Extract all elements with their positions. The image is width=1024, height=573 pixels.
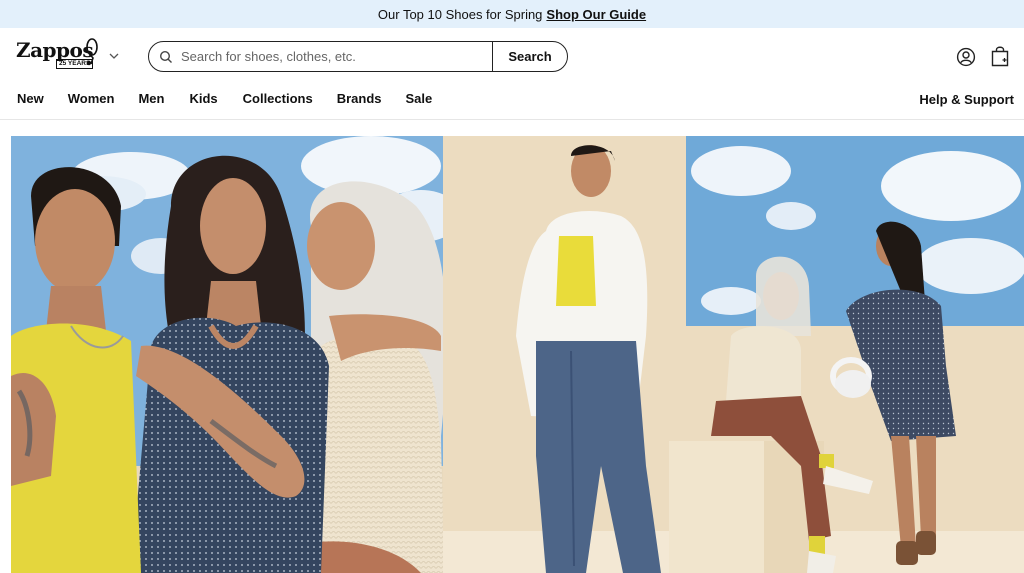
- promo-link[interactable]: Shop Our Guide: [546, 7, 646, 22]
- search-icon: [159, 50, 172, 63]
- shopping-bag-icon[interactable]: [990, 45, 1010, 67]
- nav-item-men[interactable]: Men: [138, 91, 164, 109]
- hero-banner[interactable]: [11, 136, 1024, 573]
- nav-item-new[interactable]: New: [17, 91, 44, 109]
- help-support-link[interactable]: Help & Support: [919, 92, 1014, 107]
- nav-item-women[interactable]: Women: [68, 91, 115, 109]
- nav-item-kids[interactable]: Kids: [189, 91, 217, 109]
- hero-left-panel: [11, 136, 461, 573]
- search-input[interactable]: [173, 42, 492, 71]
- zappos-logo[interactable]: Zappos 25 YEARS: [16, 38, 100, 69]
- promo-text: Our Top 10 Shoes for Spring: [377, 6, 543, 22]
- nav-item-sale[interactable]: Sale: [406, 91, 433, 109]
- nav-item-brands[interactable]: Brands: [337, 91, 382, 109]
- chevron-down-icon[interactable]: [108, 50, 120, 62]
- user-icon[interactable]: [956, 47, 976, 67]
- search-bar: Search: [148, 41, 568, 72]
- search-button[interactable]: Search: [492, 42, 567, 71]
- shoe-icon: [86, 38, 98, 66]
- promo-banner: Our Top 10 Shoes for Spring Shop Our Gui…: [0, 0, 1024, 28]
- nav-item-collections[interactable]: Collections: [243, 91, 313, 109]
- hero-right-panel: [443, 136, 1024, 573]
- main-nav: New Women Men Kids Collections Brands Sa…: [17, 91, 432, 109]
- header-divider: [0, 119, 1024, 120]
- hero-image: [11, 136, 1024, 573]
